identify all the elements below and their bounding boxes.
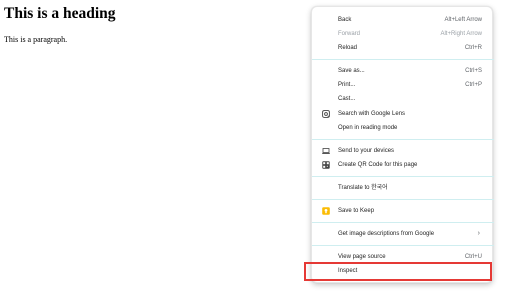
- menu-item-print[interactable]: Print... Ctrl+P: [312, 78, 494, 92]
- menu-item-label: Search with Google Lens: [338, 111, 406, 117]
- menu-item-label: Print...: [338, 82, 356, 88]
- page-heading: This is a heading: [4, 5, 116, 22]
- menu-item-label: Translate to 한국어: [338, 185, 388, 191]
- menu-item-label: Reload: [338, 45, 358, 51]
- menu-divider: [312, 199, 494, 200]
- menu-divider: [312, 245, 494, 246]
- keep-icon: [322, 207, 330, 215]
- menu-item-reload[interactable]: Reload Ctrl+R: [312, 41, 494, 55]
- menu-item-shortcut: Ctrl+R: [464, 45, 482, 51]
- menu-item-label: Create QR Code for this page: [338, 162, 418, 168]
- menu-divider: [312, 59, 494, 60]
- menu-item-reading-mode[interactable]: Open in reading mode: [312, 121, 494, 135]
- menu-item-send-to-devices[interactable]: Send to your devices: [312, 144, 494, 158]
- menu-divider: [312, 176, 494, 177]
- menu-item-forward[interactable]: Forward Alt+Right Arrow: [312, 27, 494, 41]
- menu-item-shortcut: Alt+Left Arrow: [444, 17, 482, 23]
- inspect-highlight-box: [304, 262, 492, 281]
- menu-item-label: Open in reading mode: [338, 125, 398, 131]
- menu-item-translate[interactable]: Translate to 한국어: [312, 181, 494, 195]
- menu-item-save-as[interactable]: Save as... Ctrl+S: [312, 64, 494, 78]
- menu-item-shortcut: Ctrl+S: [465, 68, 482, 74]
- menu-item-save-to-keep[interactable]: Save to Keep: [312, 204, 494, 218]
- page-paragraph: This is a paragraph.: [4, 35, 68, 44]
- menu-item-shortcut: Ctrl+P: [465, 82, 482, 88]
- laptop-icon: [322, 148, 330, 154]
- chevron-right-icon: ›: [477, 230, 480, 237]
- menu-item-label: Forward: [338, 31, 361, 37]
- menu-item-label: Send to your devices: [338, 148, 395, 154]
- menu-item-label: Get image descriptions from Google: [338, 231, 435, 237]
- menu-item-shortcut: Alt+Right Arrow: [440, 31, 482, 37]
- context-menu: Back Alt+Left Arrow Forward Alt+Right Ar…: [311, 6, 494, 283]
- google-lens-icon: [322, 110, 330, 118]
- menu-divider: [312, 222, 494, 223]
- menu-item-label: Cast...: [338, 96, 356, 102]
- menu-item-create-qr-code[interactable]: Create QR Code for this page: [312, 158, 494, 172]
- menu-item-label: Save as...: [338, 68, 365, 74]
- menu-item-back[interactable]: Back Alt+Left Arrow: [312, 13, 494, 27]
- menu-divider: [312, 139, 494, 140]
- menu-item-image-descriptions[interactable]: Get image descriptions from Google ›: [312, 227, 494, 241]
- menu-item-cast[interactable]: Cast...: [312, 92, 494, 106]
- qr-code-icon: [322, 161, 330, 169]
- menu-item-search-google-lens[interactable]: Search with Google Lens: [312, 107, 494, 121]
- menu-item-label: Back: [338, 17, 352, 23]
- menu-item-label: Save to Keep: [338, 208, 375, 214]
